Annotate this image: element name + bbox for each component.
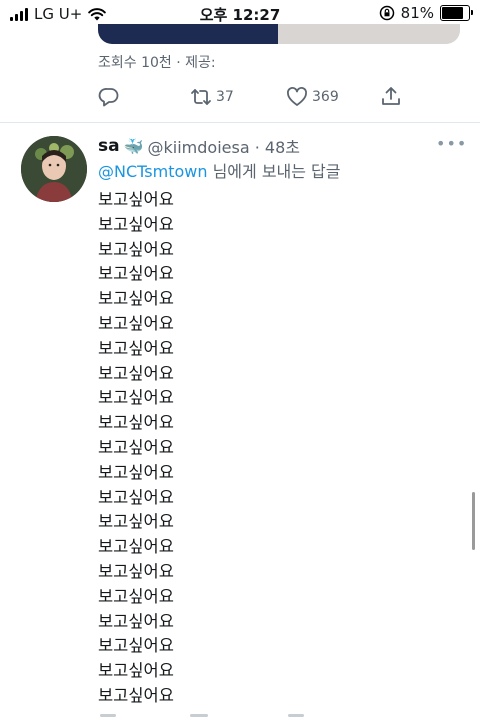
media-thumbnail[interactable] — [98, 24, 460, 44]
next-actions-peek — [98, 712, 398, 719]
tweet-divider — [0, 122, 480, 123]
tweet-line: 보고싶어요 — [98, 561, 174, 581]
whale-emoji: 🐳 — [123, 136, 144, 156]
avatar[interactable] — [21, 136, 87, 202]
tweet-line: 보고싶어요 — [98, 413, 174, 433]
tweet-line: 보고싶어요 — [98, 239, 174, 259]
tweet-header: sa 🐳 @kiimdoiesa · 48초 — [98, 134, 300, 158]
reply-icon — [98, 88, 119, 107]
tweet-actions: 37 369 — [98, 84, 408, 110]
tweet-line: 보고싶어요 — [98, 388, 174, 408]
battery-icon — [440, 5, 473, 21]
tweet-line: 보고싶어요 — [98, 214, 174, 234]
reply-context: @NCTsmtown 님에게 보내는 답글 — [98, 158, 341, 182]
view-count: 조회수 10천 · 제공: — [98, 55, 216, 71]
like-count: 369 — [312, 89, 339, 105]
tweet-line: 보고싶어요 — [98, 264, 174, 284]
status-right: 81% — [379, 4, 473, 22]
tweet-line: 보고싶어요 — [98, 313, 174, 333]
tweet-line: 보고싶어요 — [98, 190, 174, 209]
like-button[interactable]: 369 — [286, 86, 339, 108]
tweet-line: 보고싶어요 — [98, 363, 174, 383]
heart-icon — [287, 87, 307, 106]
reply-button[interactable] — [98, 86, 120, 108]
mention-link[interactable]: @NCTsmtown — [98, 162, 207, 181]
display-name[interactable]: sa — [98, 136, 120, 156]
orientation-lock-icon — [379, 5, 394, 21]
tweet-line: 보고싶어요 — [98, 636, 174, 656]
scrollbar[interactable] — [472, 492, 475, 550]
retweet-button[interactable]: 37 — [190, 86, 234, 108]
retweet-count: 37 — [216, 89, 234, 105]
tweet-line: 보고싶어요 — [98, 537, 174, 557]
tweet-line: 보고싶어요 — [98, 437, 174, 457]
more-icon[interactable]: ••• — [436, 134, 467, 153]
reply-context-suffix: 님에게 보내는 답글 — [207, 162, 341, 181]
battery-percent: 81% — [400, 4, 434, 22]
tweet-line: 보고싶어요 — [98, 586, 174, 606]
handle-and-time: @kiimdoiesa · 48초 — [147, 138, 300, 157]
tweet-line: 보고싶어요 — [98, 487, 174, 507]
tweet-line: 보고싶어요 — [98, 685, 174, 705]
tweet-line: 보고싶어요 — [98, 611, 174, 631]
tweet-text: 보고싶어요 보고싶어요 보고싶어요 보고싶어요 보고싶어요 보고싶어요 보고싶어요 보고싶어요… — [98, 188, 174, 709]
tweet-line: 보고싶어요 — [98, 462, 174, 482]
share-icon — [382, 87, 400, 105]
tweet-line: 보고싶어요 — [98, 338, 174, 358]
tweet-line: 보고싶어요 — [98, 289, 174, 309]
tweet-line: 보고싶어요 — [98, 512, 174, 532]
share-button[interactable] — [380, 85, 402, 107]
retweet-icon — [191, 89, 211, 105]
tweet-line: 보고싶어요 — [98, 661, 174, 681]
